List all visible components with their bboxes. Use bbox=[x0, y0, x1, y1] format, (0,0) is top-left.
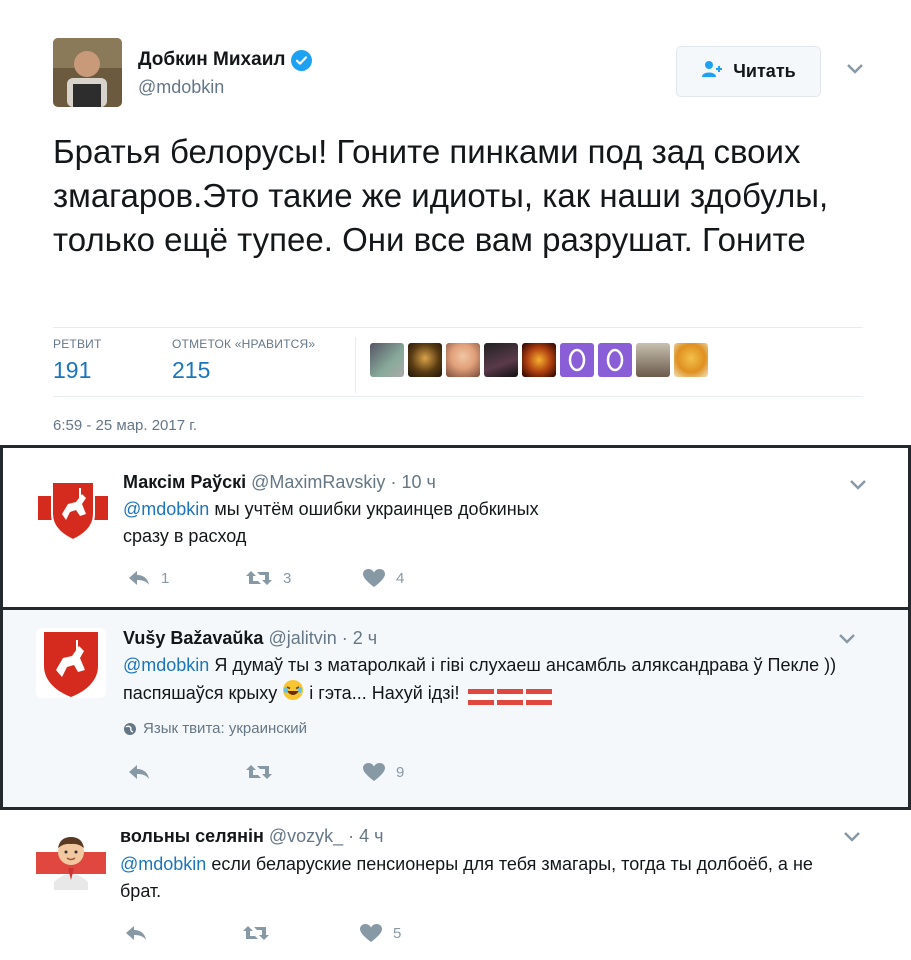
reply-actions: 9 bbox=[127, 762, 404, 782]
chevron-down-icon[interactable] bbox=[843, 830, 861, 848]
retweet-count: 3 bbox=[283, 569, 292, 587]
liker-avatar[interactable] bbox=[674, 343, 708, 377]
divider bbox=[53, 396, 863, 397]
reply-header: вольны селянін @vozyk_ · 4 ч bbox=[120, 826, 384, 847]
reply-tweet: Максім Раўскі @MaximRavskiy · 10 ч @mdob… bbox=[0, 445, 911, 610]
liker-avatar[interactable] bbox=[446, 343, 480, 377]
reply-text: @mdobkin мы учтём ошибки украинцев добки… bbox=[123, 496, 563, 550]
language-note-text[interactable]: Язык твита: украинский bbox=[143, 720, 307, 737]
reply-icon bbox=[129, 765, 149, 779]
mention-link[interactable]: @mdobkin bbox=[123, 655, 209, 675]
reply-author-name[interactable]: вольны селянін bbox=[120, 826, 264, 846]
mention-link[interactable]: @mdobkin bbox=[123, 499, 209, 519]
like-button[interactable]: 5 bbox=[359, 923, 401, 943]
reply-body: если беларуские пенсионеры для тебя змаг… bbox=[120, 854, 813, 901]
heart-icon bbox=[360, 924, 382, 942]
liker-avatar[interactable] bbox=[636, 343, 670, 377]
reply-tweet: вольны селянін @vozyk_ · 4 ч @mdobkin ес… bbox=[0, 810, 911, 960]
divider bbox=[53, 327, 863, 328]
reply-time[interactable]: · 4 ч bbox=[348, 826, 383, 846]
reply-button[interactable] bbox=[127, 763, 245, 781]
retweets-count[interactable]: 191 bbox=[53, 357, 91, 384]
belarus-flag-icon bbox=[467, 686, 494, 705]
laughing-emoji-icon bbox=[282, 679, 304, 709]
follow-button[interactable]: Читать bbox=[676, 46, 821, 97]
reply-header: Vušy Bažavaŭka @jalitvin · 2 ч bbox=[123, 628, 377, 649]
retweet-icon bbox=[246, 765, 272, 779]
reply-count: 1 bbox=[161, 569, 170, 587]
reply-actions: 1 3 4 bbox=[127, 568, 404, 588]
chevron-down-icon[interactable] bbox=[838, 632, 856, 650]
reply-text: @mdobkin Я думаў ты з матаролкай і гіві … bbox=[123, 652, 868, 709]
reply-actions: 5 bbox=[124, 923, 401, 943]
pahonia-flag-icon[interactable] bbox=[38, 474, 108, 544]
reply-author-name[interactable]: Vušy Bažavaŭka bbox=[123, 628, 263, 648]
divider bbox=[355, 337, 356, 393]
retweets-label: РЕТВИТ bbox=[53, 337, 102, 351]
retweet-button[interactable] bbox=[242, 924, 359, 942]
pahonia-shield-icon[interactable] bbox=[36, 628, 106, 698]
follow-button-label: Читать bbox=[733, 61, 796, 81]
chevron-down-icon[interactable] bbox=[849, 478, 867, 496]
reply-tweet: Vušy Bažavaŭka @jalitvin · 2 ч @mdobkin … bbox=[0, 610, 911, 810]
liker-avatar[interactable] bbox=[370, 343, 404, 377]
heart-icon bbox=[363, 763, 385, 781]
like-button[interactable]: 4 bbox=[362, 568, 404, 588]
main-tweet: Добкин Михаил @mdobkin Читать Братья бел… bbox=[0, 0, 911, 445]
liker-avatars bbox=[370, 343, 708, 377]
retweet-button[interactable] bbox=[245, 763, 362, 781]
like-button[interactable]: 9 bbox=[362, 762, 404, 782]
reply-time[interactable]: · 10 ч bbox=[390, 472, 435, 492]
tweet-text: Братья белорусы! Гоните пинками под зад … bbox=[53, 133, 829, 258]
heart-icon bbox=[363, 569, 385, 587]
reply-author-handle[interactable]: @jalitvin bbox=[268, 628, 336, 648]
liker-avatar[interactable] bbox=[484, 343, 518, 377]
follow-user-icon bbox=[701, 60, 725, 83]
reply-icon bbox=[126, 926, 146, 940]
author-name-row[interactable]: Добкин Михаил bbox=[138, 49, 313, 71]
language-note: Язык твита: украинский bbox=[123, 720, 307, 737]
likes-label: ОТМЕТОК «НРАВИТСЯ» bbox=[172, 337, 316, 351]
reply-author-handle[interactable]: @MaximRavskiy bbox=[251, 472, 385, 492]
default-egg-avatar-icon[interactable] bbox=[598, 343, 632, 377]
reply-button[interactable]: 1 bbox=[127, 569, 245, 587]
reply-button[interactable] bbox=[124, 924, 242, 942]
liker-avatar[interactable] bbox=[522, 343, 556, 377]
globe-icon bbox=[124, 722, 136, 735]
liker-avatar[interactable] bbox=[408, 343, 442, 377]
reply-icon bbox=[129, 571, 149, 585]
verified-badge-icon bbox=[291, 49, 313, 71]
retweet-icon bbox=[243, 926, 269, 940]
belarus-flag-icon bbox=[496, 686, 523, 705]
likes-count[interactable]: 215 bbox=[172, 357, 210, 384]
default-egg-avatar-icon[interactable] bbox=[560, 343, 594, 377]
reply-body-part2: і гэта... Нахуй ідзі! bbox=[304, 682, 465, 703]
author-handle[interactable]: @mdobkin bbox=[138, 77, 224, 98]
reply-header: Максім Раўскі @MaximRavskiy · 10 ч bbox=[123, 472, 436, 493]
reply-author-name[interactable]: Максім Раўскі bbox=[123, 472, 246, 492]
reply-author-handle[interactable]: @vozyk_ bbox=[269, 826, 343, 846]
like-count: 4 bbox=[396, 569, 405, 587]
cartoon-man-icon[interactable] bbox=[36, 828, 106, 898]
reply-time[interactable]: · 2 ч bbox=[342, 628, 377, 648]
mention-link[interactable]: @mdobkin bbox=[120, 854, 206, 874]
like-count: 9 bbox=[396, 763, 405, 781]
author-avatar[interactable] bbox=[53, 38, 122, 107]
belarus-flag-icon bbox=[525, 686, 552, 705]
reply-text: @mdobkin если беларуские пенсионеры для … bbox=[120, 851, 820, 905]
like-count: 5 bbox=[393, 924, 402, 942]
author-name[interactable]: Добкин Михаил bbox=[138, 49, 285, 71]
retweet-button[interactable]: 3 bbox=[245, 569, 362, 587]
chevron-down-icon[interactable] bbox=[846, 62, 864, 80]
retweet-icon bbox=[246, 571, 272, 585]
tweet-timestamp[interactable]: 6:59 - 25 мар. 2017 г. bbox=[53, 417, 197, 434]
